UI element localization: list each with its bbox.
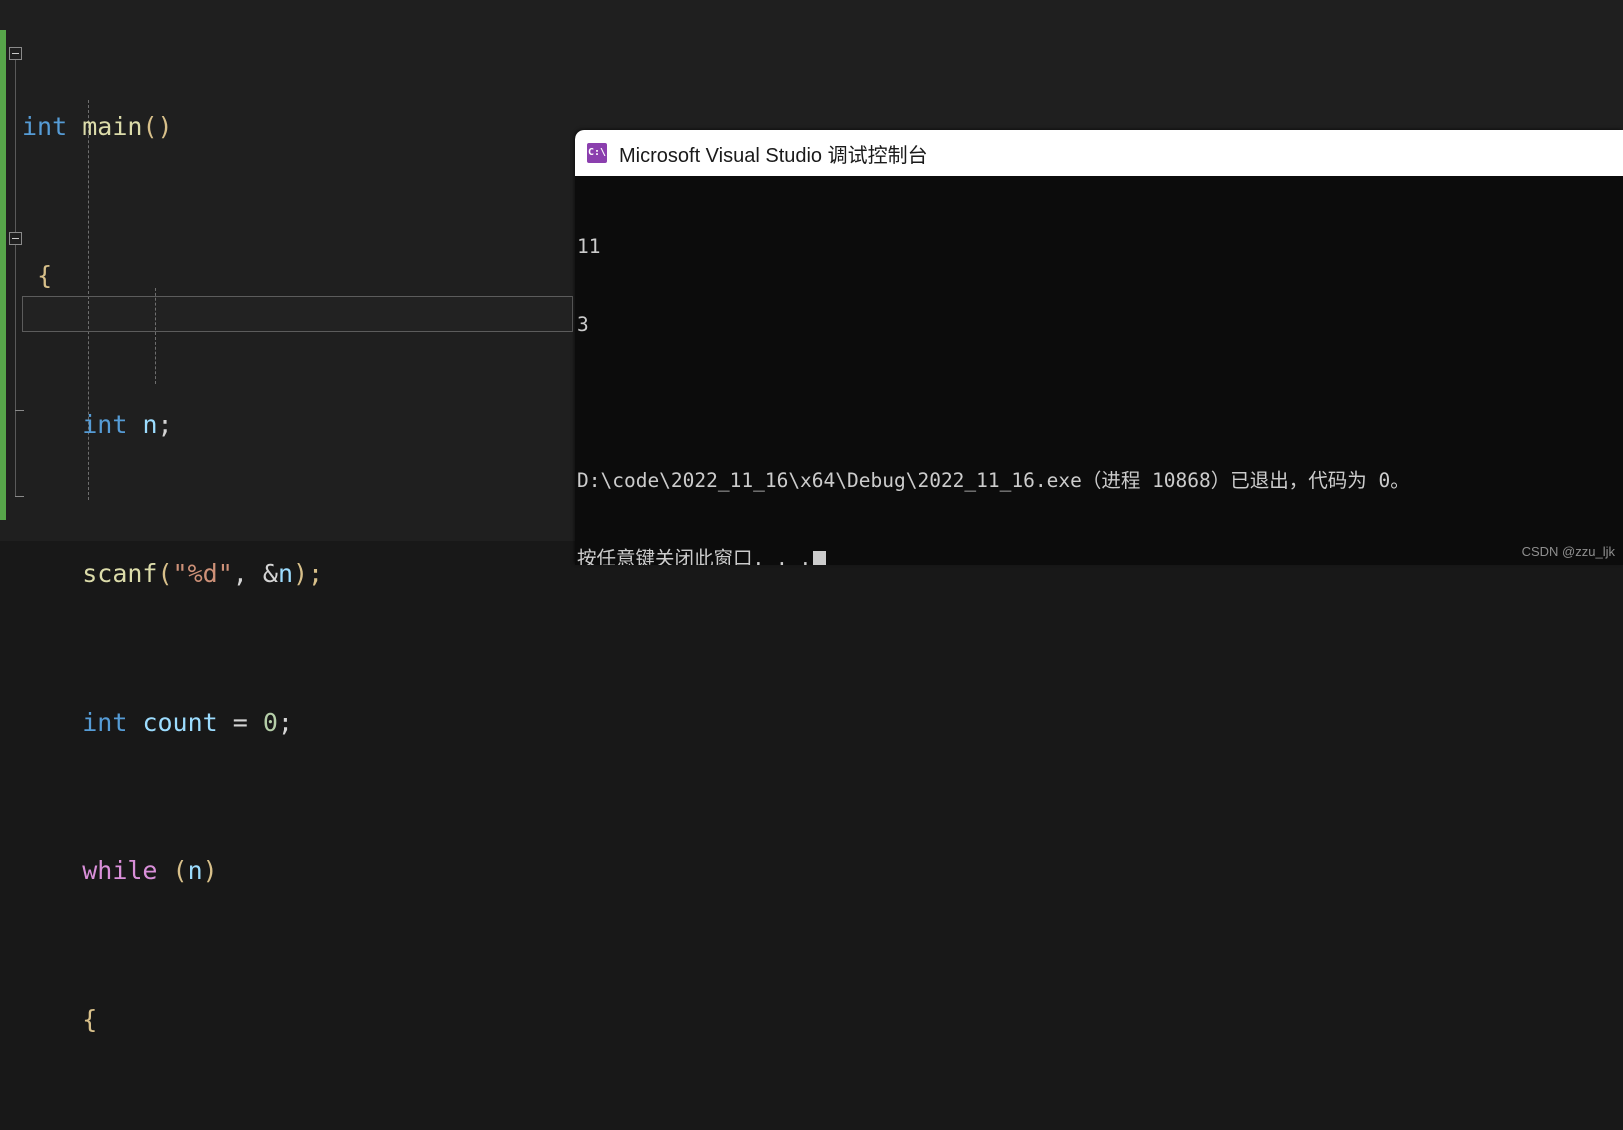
token-close-paren-semi: ); [293, 558, 324, 588]
console-cursor [813, 551, 827, 565]
fold-toggle-while[interactable] [9, 232, 22, 245]
token-comma: , [232, 558, 263, 588]
token-type-int: int [22, 112, 68, 142]
console-prompt-text: 按任意键关闭此窗口. . . [577, 547, 812, 565]
token-var-count: count [142, 707, 218, 737]
watermark: CSDN @zzu_ljk [1521, 544, 1615, 559]
console-app-icon: C:\ [587, 143, 607, 163]
console-exit-message: D:\code\2022_11_16\x64\Debug\2022_11_16.… [577, 469, 1410, 492]
token-open-brace-main: { [37, 261, 53, 291]
token-open-brace-while: { [82, 1005, 98, 1035]
token-open-paren: ( [157, 558, 173, 588]
code-line-7: { [22, 1001, 504, 1038]
console-prompt-line: 按任意键关闭此窗口. . . [577, 546, 1623, 565]
debug-console-window[interactable]: C:\ Microsoft Visual Studio 调试控制台 11 3 D… [575, 130, 1623, 565]
code-line-1: int main() [22, 108, 504, 145]
token-keyword-while: while [82, 856, 158, 886]
console-output-area[interactable]: 11 3 D:\code\2022_11_16\x64\Debug\2022_1… [575, 176, 1623, 565]
token-function-scanf: scanf [82, 558, 158, 588]
code-line-6: while (n) [22, 852, 504, 889]
code-line-4: scanf("%d", &n); [22, 555, 504, 592]
token-semicolon: ; [277, 707, 293, 737]
token-string-format: "%d" [172, 558, 233, 588]
code-text-area[interactable]: int main() { int n; scanf("%d", &n); int… [22, 34, 504, 1130]
token-open-paren: ( [157, 856, 188, 886]
token-var-n: n [277, 558, 293, 588]
gutter-outline-line [15, 48, 16, 496]
code-line-3: int n; [22, 406, 504, 443]
console-window-title: Microsoft Visual Studio 调试控制台 [619, 144, 928, 167]
console-titlebar[interactable]: C:\ Microsoft Visual Studio 调试控制台 [575, 130, 1623, 176]
fold-toggle-main[interactable] [9, 47, 22, 60]
token-var-n: n [187, 856, 203, 886]
token-assign: = [217, 707, 263, 737]
source-change-bar [0, 30, 6, 520]
code-line-5: int count = 0; [22, 704, 504, 741]
token-type-int: int [82, 707, 128, 737]
token-var-n: n [142, 410, 158, 439]
console-output-line: 11 [577, 235, 601, 258]
token-address-of: & [262, 558, 278, 588]
token-semicolon: ; [157, 410, 173, 439]
token-function-main: main [82, 112, 143, 142]
code-line-2: { [22, 257, 504, 294]
token-close-paren: ) [202, 856, 218, 886]
token-type-int: int [82, 410, 128, 439]
console-output-line: 3 [577, 313, 589, 336]
token-parens: () [142, 112, 173, 142]
token-number-zero: 0 [262, 707, 278, 737]
